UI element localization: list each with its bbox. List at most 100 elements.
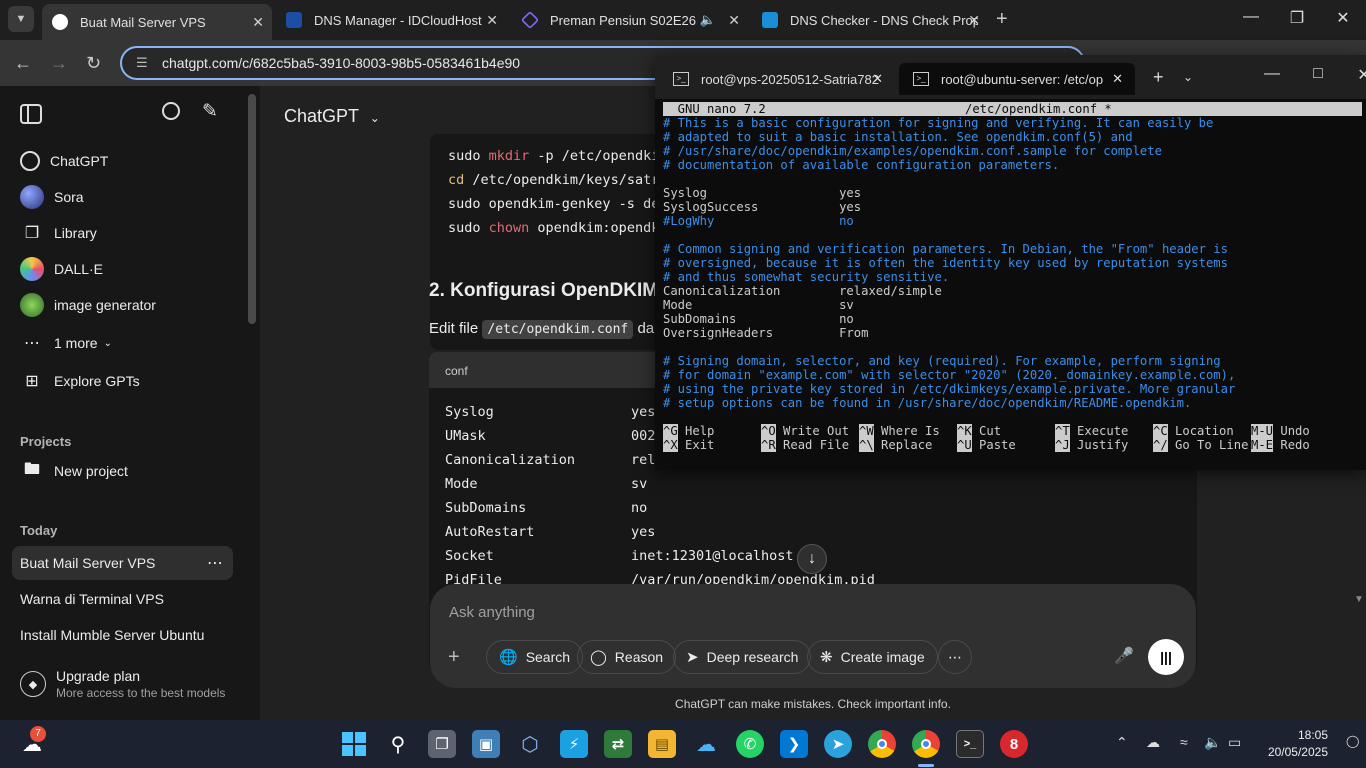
terminal-tab-ubuntu[interactable]: >_ root@ubuntu-server: /etc/op ✕ <box>899 63 1135 95</box>
volume-icon[interactable]: 🔈 <box>1204 734 1221 751</box>
scroll-down-button[interactable]: ↓ <box>797 544 827 574</box>
scroll-down-arrow-icon[interactable]: ▼ <box>1354 594 1364 605</box>
chat-item-buat-mail-server[interactable]: Buat Mail Server VPS ⋯ <box>12 546 233 580</box>
minimize-icon[interactable]: — <box>1249 65 1295 83</box>
shortcut-execute[interactable]: ^T Execute <box>1055 424 1128 438</box>
shortcut-redo[interactable]: M-E Redo <box>1251 438 1310 452</box>
cloud-app-icon[interactable]: ☁ <box>692 730 720 758</box>
remote-desktop-icon[interactable]: ▣ <box>472 730 500 758</box>
create-image-button[interactable]: ❋ Create image <box>807 640 938 674</box>
shortcut-justify[interactable]: ^J Justify <box>1055 438 1128 452</box>
show-hidden-icons[interactable]: ⌃ <box>1116 734 1128 751</box>
shortcut-help[interactable]: ^G Help <box>663 424 714 438</box>
reason-button[interactable]: ◯ Reason <box>577 640 677 674</box>
close-window-icon[interactable]: ✕ <box>1320 8 1366 28</box>
task-view-icon[interactable]: ❐ <box>428 730 456 758</box>
sidebar-item-library[interactable]: ❐ Library <box>12 216 233 250</box>
tab-dns-manager[interactable]: DNS Manager - IDCloudHost ✕ <box>276 6 506 34</box>
app-8-icon[interactable]: 8 <box>1000 730 1028 758</box>
clock-date[interactable]: 20/05/2025 <box>1250 745 1328 759</box>
terminal-icon[interactable]: >_ <box>956 730 984 758</box>
whatsapp-icon[interactable]: ✆ <box>736 730 764 758</box>
tab-preman-pensiun[interactable]: Preman Pensiun S02E26 🔈 ✕ <box>512 6 748 34</box>
search-button[interactable]: 🌐 Search <box>486 640 584 674</box>
shortcut-undo[interactable]: M-U Undo <box>1251 424 1310 438</box>
shortcut-go-to-line[interactable]: ^/ Go To Line <box>1153 438 1248 452</box>
shortcut-write-out[interactable]: ^O Write Out <box>761 424 849 438</box>
chevron-down-icon[interactable]: ⌄ <box>1183 70 1193 84</box>
chat-options-icon[interactable]: ⋯ <box>207 553 223 573</box>
close-window-icon[interactable]: ✕ <box>1341 65 1366 85</box>
microphone-icon[interactable]: 🎤 <box>1114 646 1134 666</box>
maximize-icon[interactable]: □ <box>1295 65 1341 83</box>
vscode-icon[interactable]: ❯ <box>780 730 808 758</box>
chrome-icon[interactable] <box>868 730 896 758</box>
reload-icon[interactable]: ↻ <box>86 53 101 74</box>
sidebar-item-dalle[interactable]: DALL·E <box>12 252 233 286</box>
more-tools-button[interactable]: ⋯ <box>938 640 972 674</box>
shortcut-cut[interactable]: ^K Cut <box>957 424 1001 438</box>
sidebar-item-explore-gpts[interactable]: ⊞ Explore GPTs <box>12 364 233 398</box>
close-tab-icon[interactable]: ✕ <box>486 12 498 29</box>
new-chat-icon[interactable]: ✎ <box>202 100 218 123</box>
clock-time[interactable]: 18:05 <box>1258 728 1328 742</box>
model-selector[interactable]: ChatGPT ⌄ <box>284 106 380 127</box>
sidebar-item-sora[interactable]: Sora <box>12 180 233 214</box>
maximize-icon[interactable]: ❐ <box>1274 8 1320 28</box>
toggle-sidebar-icon[interactable] <box>20 104 42 124</box>
chat-item-warna-terminal[interactable]: Warna di Terminal VPS <box>12 582 233 616</box>
close-tab-icon[interactable]: ✕ <box>1112 71 1123 87</box>
new-tab-icon[interactable]: + <box>996 8 1008 31</box>
power-automate-icon[interactable]: ⚡ <box>560 730 588 758</box>
search-icon[interactable] <box>162 102 180 120</box>
message-input[interactable]: Ask anything <box>449 604 535 621</box>
wifi-icon[interactable]: ≈ <box>1180 734 1188 750</box>
shortcut-where-is[interactable]: ^W Where Is <box>859 424 940 438</box>
close-tab-icon[interactable]: ✕ <box>968 12 980 29</box>
virtualbox-icon[interactable]: ⬡ <box>516 730 544 758</box>
close-tab-icon[interactable]: ✕ <box>872 71 883 87</box>
sidebar-scrollbar[interactable] <box>248 94 256 324</box>
deep-research-button[interactable]: ➤ Deep research <box>673 640 812 674</box>
close-tab-icon[interactable]: ✕ <box>728 12 740 29</box>
tab-dns-checker[interactable]: DNS Checker - DNS Check Prop ✕ <box>752 6 988 34</box>
close-tab-icon[interactable]: ✕ <box>252 14 264 31</box>
terminal-tab-vps[interactable]: >_ root@vps-20250512-Satria782 ✕ <box>659 63 895 95</box>
upgrade-plan-button[interactable]: ◆ Upgrade plan More access to the best m… <box>12 660 233 708</box>
battery-icon[interactable]: ▭ <box>1228 734 1241 751</box>
file-explorer-icon[interactable]: ▤ <box>648 730 676 758</box>
sidebar-item-image-generator[interactable]: image generator <box>12 288 233 322</box>
edit-instruction: Edit file /etc/opendkim.conf da <box>429 320 655 339</box>
editor-line: # Common signing and verification parame… <box>663 242 1228 256</box>
back-icon[interactable]: ← <box>14 53 32 74</box>
telegram-icon[interactable]: ➤ <box>824 730 852 758</box>
attach-plus-icon[interactable]: + <box>448 646 460 669</box>
terminal-tab-bar: >_ root@vps-20250512-Satria782 ✕ >_ root… <box>655 55 1366 99</box>
onedrive-icon[interactable]: ☁ <box>1146 734 1160 751</box>
chat-item-install-mumble[interactable]: Install Mumble Server Ubuntu <box>12 618 233 652</box>
transfer-icon[interactable]: ⇄ <box>604 730 632 758</box>
forward-icon[interactable]: → <box>50 53 68 74</box>
shortcut-exit[interactable]: ^X Exit <box>663 438 714 452</box>
search-icon[interactable]: ⚲ <box>384 730 412 758</box>
notification-bell-icon[interactable]: ◯ <box>1346 734 1359 748</box>
sidebar-item-more[interactable]: ⋯ 1 more ⌄ <box>12 326 233 360</box>
new-project-button[interactable]: 🖿 New project <box>12 454 233 488</box>
site-info-icon[interactable]: ☰ <box>136 55 152 71</box>
minimize-icon[interactable]: — <box>1228 8 1274 26</box>
shortcut-paste[interactable]: ^U Paste <box>957 438 1016 452</box>
editor-line: # setup options can be found in /usr/sha… <box>663 396 1192 410</box>
shortcut-location[interactable]: ^C Location <box>1153 424 1234 438</box>
terminal-window: >_ root@vps-20250512-Satria782 ✕ >_ root… <box>655 55 1366 470</box>
shortcut-replace[interactable]: ^\ Replace <box>859 438 932 452</box>
weather-badge: 7 <box>30 726 46 742</box>
tab-buat-mail-server[interactable]: Buat Mail Server VPS ✕ <box>42 4 272 40</box>
speaker-icon[interactable]: 🔈 <box>700 12 716 28</box>
sidebar-item-chatgpt[interactable]: ChatGPT <box>12 144 233 178</box>
chrome-profile-icon[interactable] <box>912 730 940 758</box>
voice-mode-button[interactable]: ||| <box>1148 639 1184 675</box>
tab-search-icon[interactable]: ▼ <box>8 6 34 32</box>
windows-start-icon[interactable] <box>340 730 368 758</box>
new-terminal-tab-icon[interactable]: + <box>1153 67 1164 88</box>
shortcut-read-file[interactable]: ^R Read File <box>761 438 849 452</box>
